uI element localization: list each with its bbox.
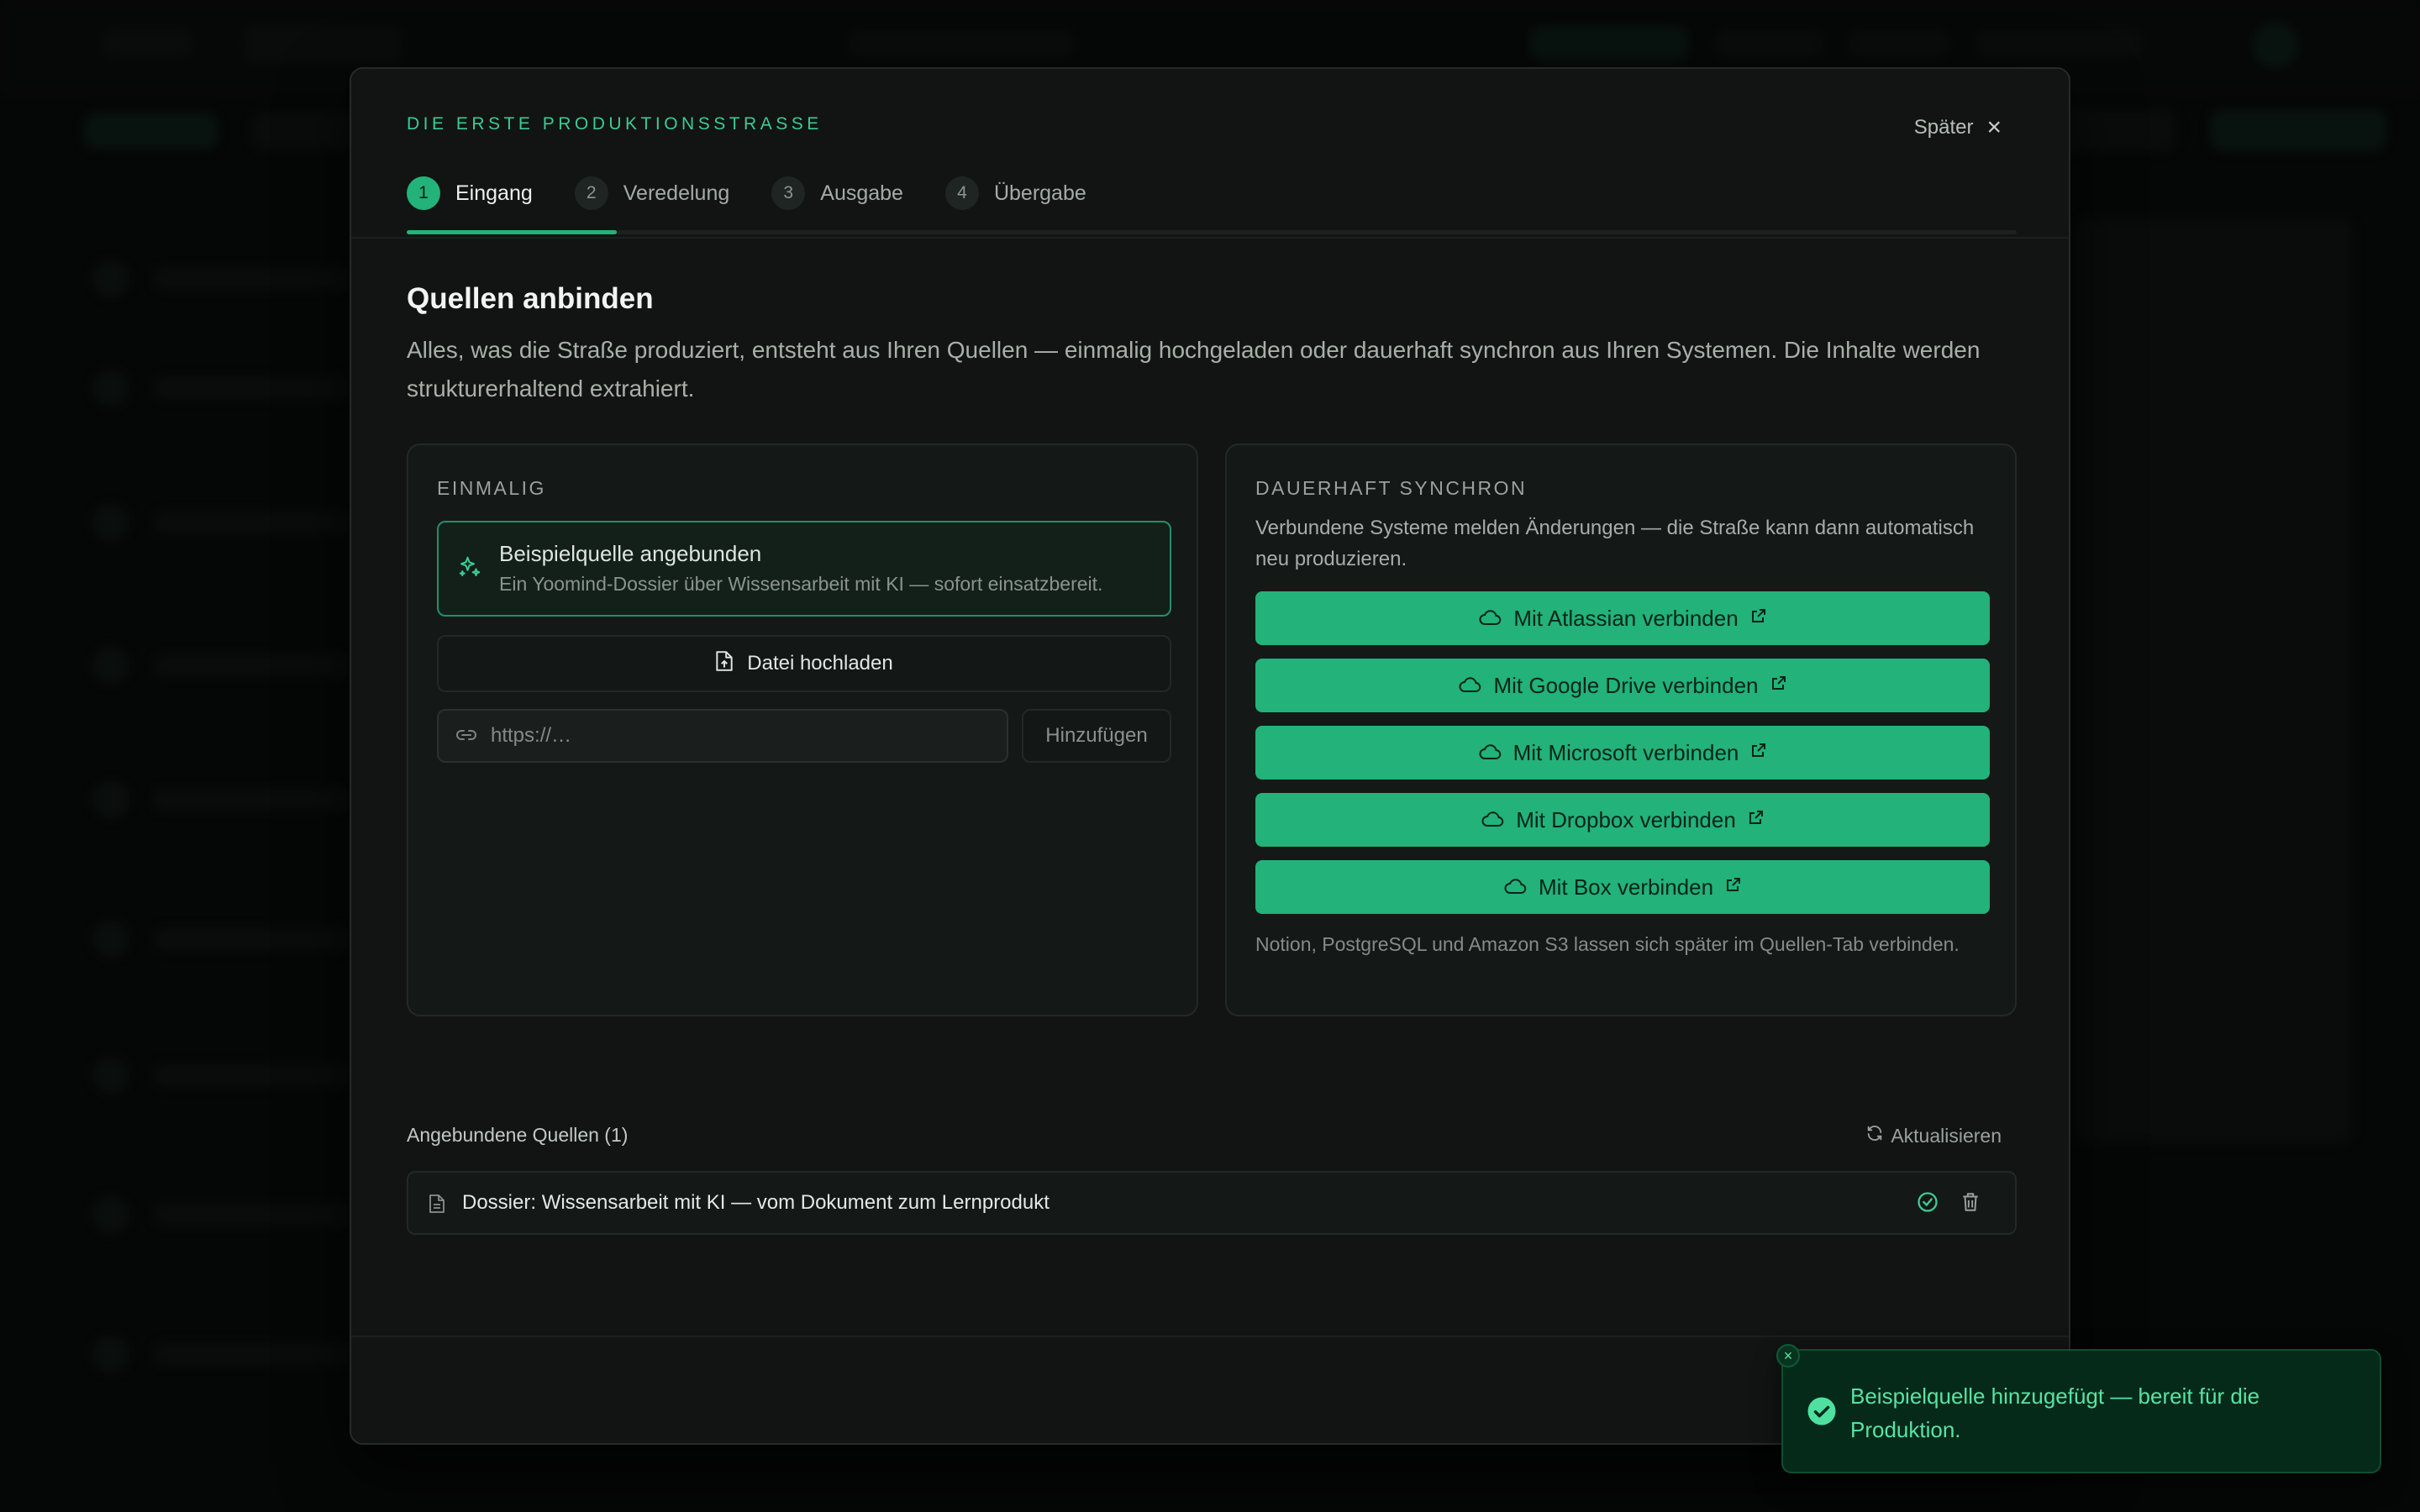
connected-sources-heading: Angebundene Quellen (1) [407,1124,629,1146]
close-icon[interactable]: × [1986,115,2002,140]
external-link-icon [1770,675,1787,696]
connect-label: Mit Google Drive verbinden [1493,672,1759,698]
connect-label: Mit Atlassian verbinden [1513,605,1739,631]
modal-eyebrow: DIE ERSTE PRODUKTIONSSTRASSE [407,114,823,134]
upload-file-label: Datei hochladen [747,652,893,675]
external-link-icon [1750,607,1767,629]
link-icon [455,724,477,748]
sync-description: Verbundene Systeme melden Änderungen — d… [1255,517,1975,570]
document-icon [429,1193,445,1220]
add-url-button[interactable]: Hinzufügen [1022,709,1171,763]
upload-file-button[interactable]: Datei hochladen [437,635,1171,692]
source-row[interactable]: Dossier: Wissensarbeit mit KI — vom Doku… [407,1171,2017,1235]
success-toast: Beispielquelle hinzugefügt — bereit für … [1781,1349,2381,1473]
step-label: Eingang [455,181,533,205]
onboarding-modal: DIE ERSTE PRODUKTIONSSTRASSE Später × 1 … [350,67,2070,1445]
step-number: 4 [944,176,979,210]
connect-label: Mit Dropbox verbinden [1516,806,1736,832]
cloud-icon [1503,874,1527,900]
refresh-button[interactable]: Aktualisieren [1865,1124,2002,1147]
once-heading: EINMALIG [437,477,546,499]
stepper: 1 Eingang 2 Veredelung 3 Ausgabe 4 Überg… [407,176,1128,210]
connect-atlassian-button[interactable]: Mit Atlassian verbinden [1255,591,1990,645]
url-input[interactable] [491,724,995,748]
step-progress-fill [407,230,617,234]
connect-box-button[interactable]: Mit Box verbinden [1255,860,1990,914]
toast-message: Beispielquelle hinzugefügt — bereit für … [1850,1383,2260,1442]
once-panel: EINMALIG Beispielquelle angebunden Ein Y… [407,444,1198,1016]
step-ausgabe[interactable]: 3 Ausgabe [771,176,903,210]
cloud-icon [1481,807,1504,833]
trash-icon[interactable] [1960,1190,1981,1218]
external-link-icon [1748,809,1765,831]
connect-google-drive-button[interactable]: Mit Google Drive verbinden [1255,659,1990,712]
sync-heading: DAUERHAFT SYNCHRON [1255,477,1528,499]
refresh-label: Aktualisieren [1891,1124,2002,1147]
page-description: Alles, was die Straße produziert, entste… [407,337,1981,402]
connect-label: Mit Box verbinden [1538,874,1714,900]
file-upload-icon [715,650,734,678]
step-eingang[interactable]: 1 Eingang [407,176,533,210]
sparkles-icon [457,554,482,586]
step-label: Ausgabe [820,181,903,205]
url-field[interactable] [437,709,1008,763]
step-number: 3 [771,176,806,210]
connect-label: Mit Microsoft verbinden [1512,739,1739,765]
refresh-icon [1865,1124,1884,1147]
sync-note: Notion, PostgreSQL und Amazon S3 lassen … [1255,933,1960,955]
external-link-icon [1750,742,1767,764]
check-circle-icon [1807,1396,1837,1431]
page-title: Quellen anbinden [407,282,654,315]
step-veredelung[interactable]: 2 Veredelung [574,176,730,210]
sync-panel: DAUERHAFT SYNCHRON Verbundene Systeme me… [1225,444,2017,1016]
footer-divider [351,1336,2069,1337]
toast-close-icon[interactable]: × [1776,1344,1800,1368]
later-button[interactable]: Später × [1913,115,2002,140]
sample-source-card[interactable]: Beispielquelle angebunden Ein Yoomind-Do… [437,521,1171,617]
step-label: Übergabe [993,181,1086,205]
source-name: Dossier: Wissensarbeit mit KI — vom Doku… [462,1191,1050,1214]
sample-source-title: Beispielquelle angebunden [499,541,762,566]
cloud-icon [1458,673,1481,699]
step-progress-track [407,230,2017,234]
later-label: Später [1913,116,1974,139]
step-uebergabe[interactable]: 4 Übergabe [944,176,1086,210]
external-link-icon [1725,876,1742,898]
cloud-icon [1478,740,1502,766]
cloud-icon [1478,606,1502,632]
connect-microsoft-button[interactable]: Mit Microsoft verbinden [1255,726,1990,780]
check-circle-icon [1916,1190,1939,1218]
header-divider [351,237,2069,239]
connect-dropbox-button[interactable]: Mit Dropbox verbinden [1255,793,1990,847]
sample-source-subtitle: Ein Yoomind-Dossier über Wissensarbeit m… [499,573,1103,595]
step-number: 1 [407,176,440,210]
step-number: 2 [574,176,608,210]
step-label: Veredelung [623,181,730,205]
